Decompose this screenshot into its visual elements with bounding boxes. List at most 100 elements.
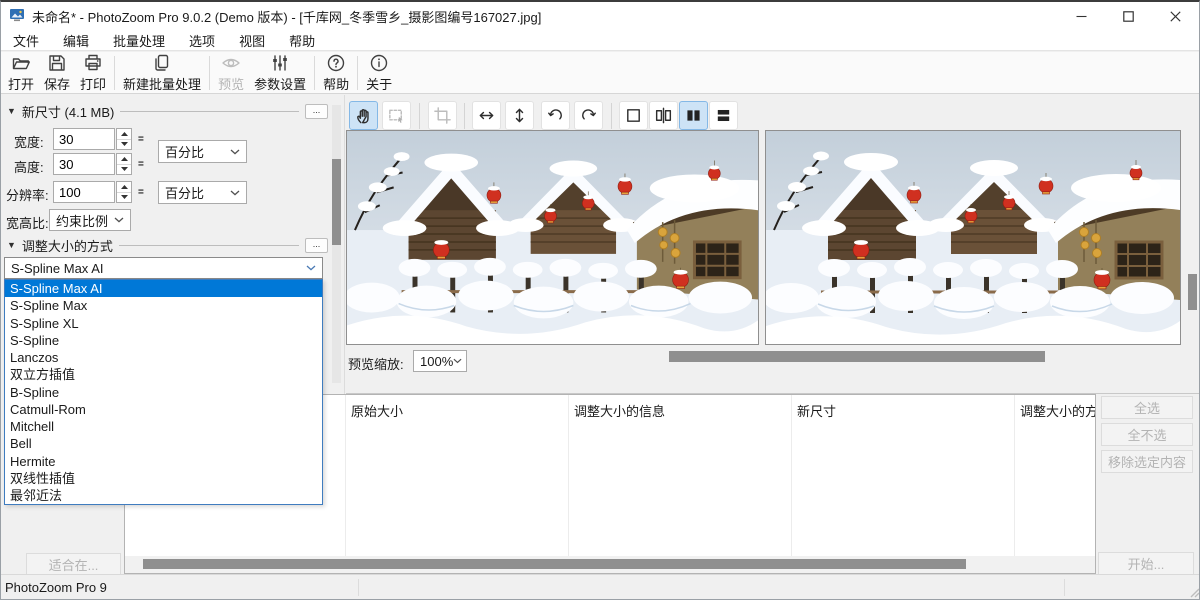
preview-button[interactable]: 预览	[213, 53, 249, 93]
dropdown-option[interactable]: 最邻近法	[5, 487, 322, 504]
marquee-select-tool-button[interactable]	[382, 101, 411, 130]
resolution-stepper[interactable]	[116, 181, 132, 203]
split-view-button[interactable]	[649, 101, 678, 130]
resize-method-section-header: ▼ 调整大小的方式 ...	[7, 237, 328, 253]
dropdown-option[interactable]: 双立方插值	[5, 366, 322, 383]
menu-help[interactable]: 帮助	[277, 29, 327, 52]
open-button[interactable]: 打开	[3, 53, 39, 93]
dropdown-option[interactable]: S-Spline Max AI	[5, 280, 322, 297]
dropdown-option[interactable]: S-Spline Max	[5, 297, 322, 314]
dropdown-option[interactable]: Bell	[5, 435, 322, 452]
preview-vertical-scrollbar-thumb[interactable]	[1188, 274, 1197, 310]
about-button[interactable]: 关于	[361, 53, 397, 93]
dropdown-option[interactable]: B-Spline	[5, 384, 322, 401]
resize-method-title: 调整大小的方式	[22, 236, 113, 255]
resized-preview-image[interactable]	[765, 130, 1181, 345]
stepper-down-icon[interactable]	[117, 140, 131, 150]
dual-pane-icon	[684, 106, 703, 125]
select-all-button[interactable]: 全选	[1101, 396, 1193, 419]
photozoom-window: 未命名* - PhotoZoom Pro 9.0.2 (Demo 版本) - […	[0, 0, 1200, 600]
window-title: 未命名* - PhotoZoom Pro 9.0.2 (Demo 版本) - […	[32, 7, 541, 26]
stepper-down-icon[interactable]	[117, 165, 131, 175]
select-none-button[interactable]: 全不选	[1101, 423, 1193, 446]
resize-method-value: S-Spline Max AI	[11, 261, 104, 276]
resolution-unit-select[interactable]: 百分比	[158, 181, 247, 204]
save-button[interactable]: 保存	[39, 53, 75, 93]
pan-tool-button[interactable]	[349, 101, 378, 130]
single-view-button[interactable]	[619, 101, 648, 130]
new-batch-button[interactable]: 新建批量处理	[118, 53, 206, 93]
dropdown-option[interactable]: Hermite	[5, 453, 322, 470]
height-stepper[interactable]	[116, 153, 132, 175]
width-height-unit-select[interactable]: 百分比	[158, 140, 247, 163]
panel-scrollbar[interactable]	[332, 105, 341, 383]
sliders-icon	[270, 53, 290, 73]
settings-label: 参数设置	[254, 74, 306, 93]
column-header-new-size[interactable]: 新尺寸	[797, 401, 836, 420]
unit-value: 百分比	[165, 183, 204, 202]
dropdown-option[interactable]: S-Spline	[5, 332, 322, 349]
open-label: 打开	[8, 74, 34, 93]
section-rule	[119, 245, 299, 246]
resolution-label: 分辨率:	[6, 185, 49, 204]
column-header-resize-method[interactable]: 调整大小的方式	[1020, 401, 1096, 420]
new-size-more-button[interactable]: ...	[305, 104, 328, 119]
fit-in-button[interactable]: 适合在...	[26, 553, 121, 575]
app-icon	[9, 7, 25, 26]
resize-method-more-button[interactable]: ...	[305, 238, 328, 253]
original-preview-image[interactable]	[346, 130, 759, 345]
maximize-button[interactable]	[1105, 2, 1152, 30]
column-header-original-size[interactable]: 原始大小	[351, 401, 403, 420]
menu-file[interactable]: 文件	[1, 29, 51, 52]
flip-vertical-button[interactable]	[505, 101, 534, 130]
stepper-up-icon[interactable]	[117, 154, 131, 165]
table-horizontal-scrollbar[interactable]	[125, 556, 1095, 573]
rotate-cw-button[interactable]	[574, 101, 603, 130]
preview-horizontal-scrollbar-thumb[interactable]	[669, 351, 1045, 362]
stepper-up-icon[interactable]	[117, 129, 131, 140]
minimize-button[interactable]	[1058, 2, 1105, 30]
settings-button[interactable]: 参数设置	[249, 53, 311, 93]
snow-village-photo	[766, 131, 1180, 344]
dropdown-option[interactable]: Lanczos	[5, 349, 322, 366]
height-link-glyph: =	[138, 159, 144, 170]
height-input[interactable]	[53, 153, 115, 175]
menu-batch[interactable]: 批量处理	[101, 29, 177, 52]
stepper-down-icon[interactable]	[117, 193, 131, 203]
dual-view-button[interactable]	[679, 101, 708, 130]
resize-grip[interactable]	[1188, 586, 1200, 598]
table-horizontal-scrollbar-thumb[interactable]	[143, 559, 966, 569]
close-button[interactable]	[1152, 2, 1199, 30]
rotate-ccw-button[interactable]	[541, 101, 570, 130]
menu-options[interactable]: 选项	[177, 29, 227, 52]
stacked-pane-icon	[714, 106, 733, 125]
collapse-triangle-icon[interactable]: ▼	[7, 106, 16, 116]
menu-edit[interactable]: 编辑	[51, 29, 101, 52]
stepper-up-icon[interactable]	[117, 182, 131, 193]
toolbar-separator	[314, 56, 315, 90]
width-input[interactable]	[53, 128, 115, 150]
start-button[interactable]: 开始...	[1098, 552, 1194, 575]
help-label: 帮助	[323, 74, 349, 93]
column-header-resize-info[interactable]: 调整大小的信息	[574, 401, 665, 420]
resolution-input[interactable]	[53, 181, 115, 203]
dropdown-option[interactable]: S-Spline XL	[5, 315, 322, 332]
aspect-ratio-label: 宽高比:	[6, 213, 49, 232]
collapse-triangle-icon[interactable]: ▼	[7, 240, 16, 250]
print-button[interactable]: 打印	[75, 53, 111, 93]
crop-tool-button[interactable]	[428, 101, 457, 130]
panel-scrollbar-thumb[interactable]	[332, 159, 341, 245]
column-divider	[568, 395, 569, 573]
dropdown-option[interactable]: Mitchell	[5, 418, 322, 435]
flip-horizontal-button[interactable]	[472, 101, 501, 130]
preview-zoom-select[interactable]: 100%	[413, 350, 467, 372]
dropdown-option[interactable]: 双线性插值	[5, 470, 322, 487]
resize-method-select[interactable]: S-Spline Max AI	[4, 257, 323, 279]
menu-view[interactable]: 视图	[227, 29, 277, 52]
aspect-ratio-select[interactable]: 约束比例	[49, 209, 131, 231]
dropdown-option[interactable]: Catmull-Rom	[5, 401, 322, 418]
help-button[interactable]: 帮助	[318, 53, 354, 93]
width-stepper[interactable]	[116, 128, 132, 150]
horizontal-view-button[interactable]	[709, 101, 738, 130]
remove-selected-button[interactable]: 移除选定内容	[1101, 450, 1193, 473]
